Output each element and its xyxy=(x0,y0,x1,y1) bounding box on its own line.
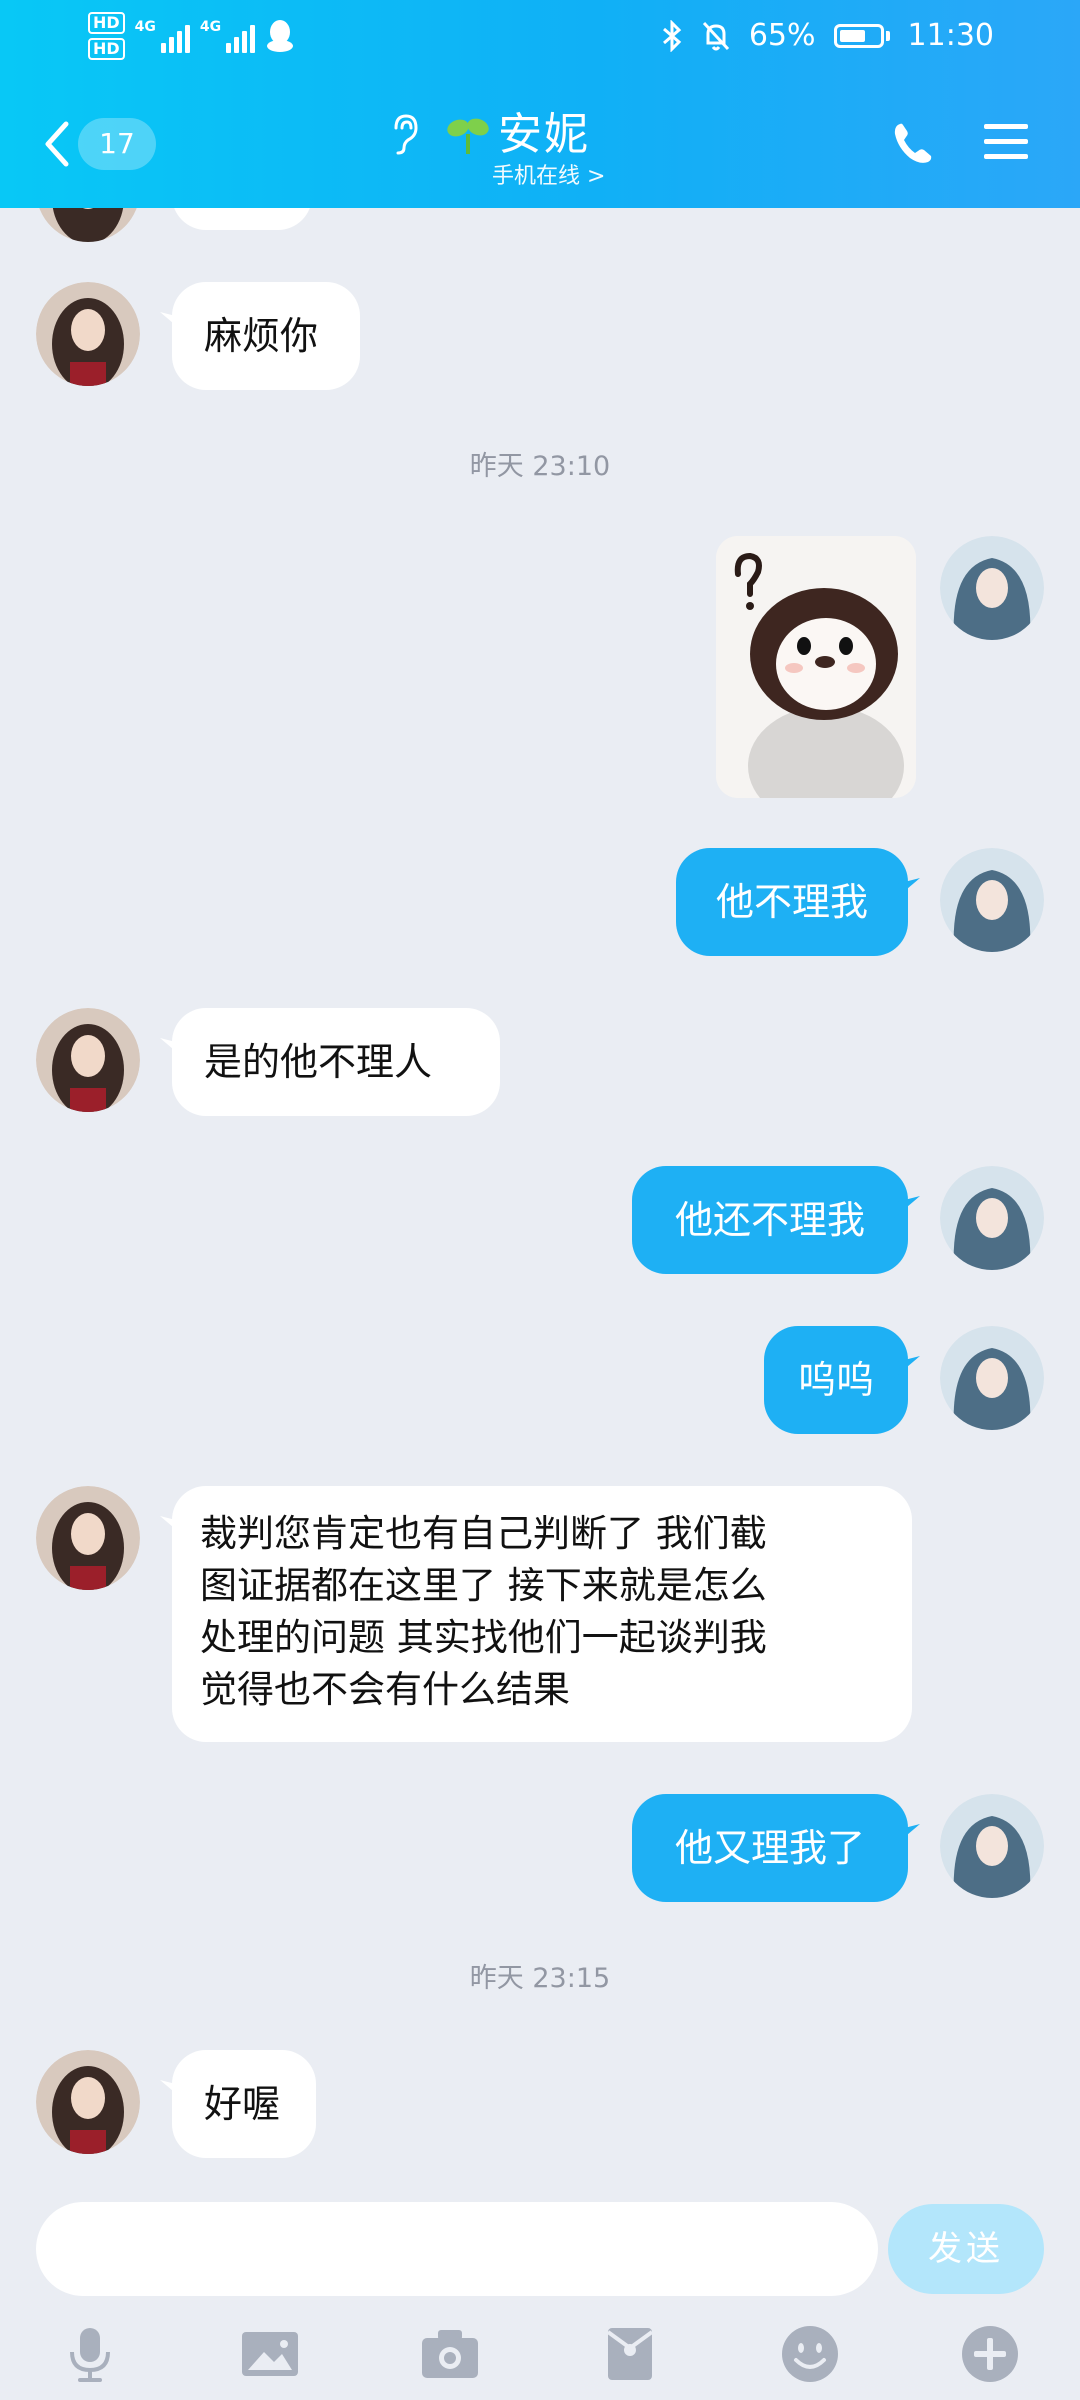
battery-icon xyxy=(833,23,890,48)
contact-avatar[interactable] xyxy=(36,282,140,386)
message-line: 处理的问题 其实找他们一起谈判我 xyxy=(200,1616,767,1659)
red-packet-icon[interactable] xyxy=(598,2322,662,2386)
status-bar: HD HD 4G 4G 65% 11:30 xyxy=(0,0,1080,76)
clock: 11:30 xyxy=(907,18,994,53)
message-bubble-outgoing[interactable]: 呜呜 xyxy=(764,1326,908,1434)
my-avatar[interactable] xyxy=(940,1794,1044,1898)
chat-header: 17 安妮 手机在线 > xyxy=(0,80,1080,208)
my-avatar[interactable] xyxy=(940,848,1044,952)
send-button[interactable]: 发送 xyxy=(888,2204,1044,2294)
microphone-icon[interactable] xyxy=(58,2322,122,2386)
contact-online-status[interactable]: 手机在线 > xyxy=(492,158,605,190)
bell-muted-icon xyxy=(702,21,729,50)
emoji-icon[interactable] xyxy=(778,2322,842,2386)
ear-icon[interactable] xyxy=(386,112,422,156)
network-type-2: 4G xyxy=(199,19,222,35)
phone-icon[interactable] xyxy=(890,120,936,166)
my-avatar[interactable] xyxy=(940,536,1044,640)
hd-badges: HD HD xyxy=(88,12,125,60)
plus-icon[interactable] xyxy=(958,2322,1022,2386)
battery-percent: 65% xyxy=(748,18,816,53)
back-chevron-icon[interactable] xyxy=(38,116,78,172)
message-bubble-incoming[interactable]: 麻烦你 xyxy=(172,282,360,390)
contact-avatar[interactable] xyxy=(36,2050,140,2154)
my-avatar[interactable] xyxy=(940,1326,1044,1430)
signal-2-icon: 4G xyxy=(199,19,256,53)
contact-avatar[interactable] xyxy=(36,1008,140,1112)
message-bubble-incoming[interactable]: 是的他不理人 xyxy=(172,1008,500,1116)
message-bubble-incoming-long[interactable]: 裁判您肯定也有自己判断了 我们截 图证据都在这里了 接下来就是怎么 处理的问题 … xyxy=(172,1486,912,1742)
network-type-1: 4G xyxy=(134,19,156,35)
chat-message-list[interactable]: 麻烦你 昨天 23:10 他不理我 是的他不理人 他还不理我 呜呜 裁判您肯定也… xyxy=(0,208,1080,2198)
message-bubble-outgoing[interactable]: 他又理我了 xyxy=(632,1794,908,1902)
camera-icon[interactable] xyxy=(418,2322,482,2386)
message-line: 图证据都在这里了 接下来就是怎么 xyxy=(200,1564,767,1607)
hd-badge-2: HD xyxy=(88,38,125,60)
status-left: HD HD 4G 4G xyxy=(88,12,295,60)
qq-penguin-icon xyxy=(267,20,294,52)
bluetooth-icon xyxy=(662,19,682,52)
message-timestamp: 昨天 23:10 xyxy=(469,451,611,482)
top-bar: HD HD 4G 4G 65% 11:30 17 安妮 手机在线 > xyxy=(0,0,1080,208)
unread-count-badge[interactable]: 17 xyxy=(78,118,156,170)
menu-icon[interactable] xyxy=(982,120,1030,164)
message-bubble-outgoing[interactable]: 他还不理我 xyxy=(632,1166,908,1274)
message-input[interactable] xyxy=(36,2202,878,2296)
contact-avatar[interactable] xyxy=(36,208,140,242)
sprout-icon xyxy=(447,118,489,154)
message-bubble-partial[interactable] xyxy=(172,208,312,230)
message-bubble-incoming[interactable]: 好喔 xyxy=(172,2050,316,2158)
hd-badge-1: HD xyxy=(88,12,125,34)
my-avatar[interactable] xyxy=(940,1166,1044,1270)
contact-avatar[interactable] xyxy=(36,1486,140,1590)
image-icon[interactable] xyxy=(238,2322,302,2386)
message-bubble-outgoing[interactable]: 他不理我 xyxy=(676,848,908,956)
message-line: 觉得也不会有什么结果 xyxy=(200,1668,570,1711)
composer: 发送 xyxy=(0,2198,1080,2298)
penguin-question-sticker[interactable] xyxy=(716,536,916,798)
composer-toolbar xyxy=(0,2308,1080,2400)
message-line: 裁判您肯定也有自己判断了 我们截 xyxy=(200,1512,767,1555)
status-right: 65% 11:30 xyxy=(661,18,994,53)
signal-1-icon: 4G xyxy=(135,19,190,53)
message-timestamp: 昨天 23:15 xyxy=(469,1963,611,1994)
contact-name[interactable]: 安妮 xyxy=(498,98,590,162)
